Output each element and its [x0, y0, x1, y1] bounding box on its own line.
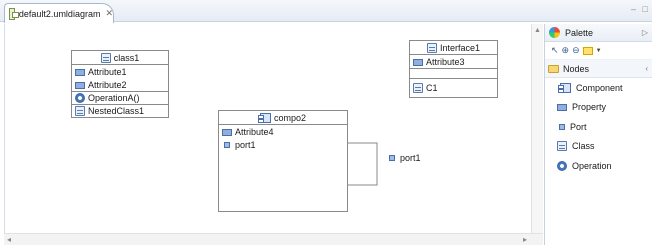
class-icon	[413, 83, 423, 93]
operation-icon	[557, 160, 567, 171]
palette-drawer-nodes[interactable]: Nodes ‹	[545, 60, 652, 78]
palette-entry-property[interactable]: Property	[545, 98, 652, 118]
scroll-right-icon[interactable]: ▸	[523, 235, 527, 244]
palette-entry-label: Property	[572, 102, 607, 113]
zoom-in-icon[interactable]: ⊕	[562, 46, 570, 55]
palette-entry-label: Operation	[572, 160, 612, 171]
chevron-left-icon[interactable]: ‹	[645, 64, 648, 73]
property-icon	[75, 68, 85, 76]
attribute-label: Attribute4	[235, 126, 274, 137]
component-node-compo2[interactable]: compo2 Attribute4 port1	[218, 110, 348, 212]
attribute-label: Attribute3	[426, 56, 465, 67]
palette-header[interactable]: Palette ▷	[545, 24, 652, 42]
port-icon	[224, 141, 230, 148]
palette-toolbar: ↖ ⊕ ⊖ ▼	[545, 42, 652, 60]
palette-entry-label: Port	[570, 121, 587, 132]
interface-node-interface1[interactable]: Interface1 Attribute3 C1	[409, 40, 498, 98]
palette-entry-port[interactable]: Port	[545, 117, 652, 137]
palette-entry-class[interactable]: Class	[545, 137, 652, 157]
attribute-row[interactable]: Attribute3	[410, 55, 497, 68]
folder-icon	[548, 64, 559, 73]
palette-entry-label: Component	[576, 82, 623, 93]
interface-name: Interface1	[439, 42, 481, 53]
component-icon	[257, 112, 271, 123]
select-tool-icon[interactable]: ↖	[551, 46, 559, 55]
palette-panel: Palette ▷ ↖ ⊕ ⊖ ▼ Nodes ‹ Component Prop…	[544, 24, 652, 245]
attribute-label: Attribute2	[88, 79, 127, 90]
uml-diagram-icon	[9, 7, 19, 20]
class-node-class1[interactable]: class1 Attribute1 Attribute2 OperationA(…	[71, 50, 169, 118]
vertical-scrollbar[interactable]: ▲	[531, 24, 543, 233]
collapse-palette-icon[interactable]: ▷	[642, 28, 648, 37]
port-row[interactable]: port1	[219, 138, 347, 151]
editor-tab-bar: default2.umldiagram ✕ – □	[0, 0, 652, 23]
attribute-row[interactable]: Attribute2	[72, 78, 168, 91]
editor-tab[interactable]: default2.umldiagram ✕	[4, 3, 114, 23]
external-port[interactable]: port1	[387, 151, 421, 164]
scroll-up-icon[interactable]: ▲	[534, 27, 541, 34]
nested-class-row[interactable]: C1	[410, 78, 497, 97]
empty-compartment	[410, 68, 497, 78]
nested-class-label: C1	[426, 83, 438, 93]
component-icon	[558, 82, 571, 93]
class-icon	[75, 106, 85, 116]
property-icon	[413, 58, 423, 66]
editor-tab-label: default2.umldiagram	[18, 8, 101, 19]
operation-row[interactable]: OperationA()	[72, 91, 168, 104]
close-tab-icon[interactable]: ✕	[105, 8, 113, 19]
attribute-row[interactable]: Attribute4	[219, 125, 347, 138]
port-icon	[559, 123, 565, 130]
property-icon	[75, 81, 85, 89]
palette-entry-label: Class	[572, 141, 595, 152]
nested-class-label: NestedClass1	[88, 106, 145, 116]
port-icon	[389, 154, 395, 161]
class-icon	[100, 52, 111, 63]
class-icon	[557, 141, 567, 152]
property-icon	[222, 128, 232, 136]
nested-class-row[interactable]: NestedClass1	[72, 104, 168, 117]
operation-icon	[75, 93, 85, 103]
chevron-down-icon[interactable]: ▼	[596, 48, 602, 54]
external-port-label: port1	[400, 152, 421, 163]
palette-title: Palette	[565, 27, 594, 38]
attribute-row[interactable]: Attribute1	[72, 65, 168, 78]
palette-icon	[549, 27, 560, 38]
diagram-canvas[interactable]: class1 Attribute1 Attribute2 OperationA(…	[4, 24, 530, 233]
horizontal-scrollbar[interactable]: ◂ ▸	[4, 233, 543, 245]
interface-icon	[426, 42, 437, 53]
zoom-out-icon[interactable]: ⊖	[572, 46, 580, 55]
scroll-left-icon[interactable]: ◂	[7, 235, 11, 244]
note-tool-icon[interactable]	[582, 46, 593, 55]
operation-label: OperationA()	[88, 93, 140, 103]
palette-entry-operation[interactable]: Operation	[545, 156, 652, 176]
component-name: compo2	[273, 112, 307, 123]
property-icon	[557, 104, 567, 112]
drawer-label: Nodes	[563, 63, 590, 74]
class-name: class1	[113, 52, 140, 63]
port-label: port1	[235, 139, 256, 150]
window-controls[interactable]: – □	[631, 4, 650, 14]
attribute-label: Attribute1	[88, 66, 127, 77]
palette-entry-component[interactable]: Component	[545, 78, 652, 98]
